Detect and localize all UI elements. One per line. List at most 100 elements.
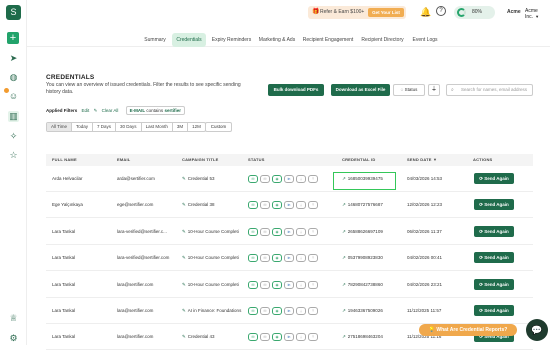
row-campaign-title[interactable]: ✎ AI in Finance: Foundations [182,298,244,324]
download-status-icon[interactable]: ⤓ [296,280,306,289]
range-all-time[interactable]: All Time [47,123,73,131]
row-credential-id[interactable]: ↗ 19463367509026 [342,298,383,324]
sent-status-icon[interactable]: ✉ [248,175,258,183]
tab-expiry-reminders[interactable]: Expiry Reminders [210,33,253,47]
credential-reports-cta[interactable]: 💡 What Are Credential Reports? [419,324,517,336]
integrations-icon[interactable]: ✧ [8,131,19,142]
linkedin-status-icon[interactable]: in [284,280,294,289]
send-again-button[interactable]: ⟳ Send Again [474,225,514,237]
opened-status-icon[interactable]: ✉ [260,227,270,236]
range-today[interactable]: Today [72,123,94,131]
row-credential-id[interactable]: ↗ 14680727576687 [342,192,383,218]
tab-event-logs[interactable]: Event Logs [411,33,439,47]
viewed-status-icon[interactable]: ◉ [272,175,282,183]
sent-status-icon[interactable]: ✉ [248,254,258,263]
download-excel-button[interactable]: Download as Excel File [331,84,390,96]
linkedin-status-icon[interactable]: in [284,307,294,315]
share-status-icon[interactable]: ⤒ [308,227,318,236]
share-status-icon[interactable]: ⤒ [308,280,318,289]
clear-all-link[interactable]: Clear All [102,108,119,113]
download-status-icon[interactable]: ⤓ [296,254,306,263]
row-campaign-title[interactable]: ✎ Credential 53 [182,166,244,192]
plus-icon[interactable]: + [7,32,19,44]
opened-status-icon[interactable]: ✉ [260,280,270,289]
share-status-icon[interactable]: ⤒ [308,307,318,315]
download-status-icon[interactable]: ⤓ [296,175,306,183]
bell-icon[interactable]: 🔔 [420,7,431,18]
range-30-days[interactable]: 30 Days [116,123,142,131]
trophy-icon[interactable]: ♕ [8,313,19,324]
row-credential-id[interactable]: ↗ 05379908923830 [342,245,383,271]
get-your-list-button[interactable]: Get Your List [368,8,404,17]
download-status-icon[interactable]: ⤓ [296,201,306,210]
share-status-icon[interactable]: ⤒ [308,333,318,342]
row-campaign-title[interactable]: ✎ 10-Hour Course Completi [182,245,244,271]
help-icon[interactable]: ? [436,6,446,16]
header-send-date[interactable]: SEND DATE ▼ [407,154,437,166]
tab-marketing-ads[interactable]: Marketing & Ads [257,33,297,47]
row-credential-id[interactable]: ↗ 26588626697109 [342,219,383,245]
row-campaign-title[interactable]: ✎ 10-Hour Course Completi [182,272,244,298]
opened-status-icon[interactable]: ✉ [260,201,270,210]
range-last-month[interactable]: Last Month [142,123,173,131]
row-credential-id[interactable]: ↗ 78290842738860 [342,272,383,298]
status-filter-button[interactable]: ◌ Status [393,84,425,96]
range-3m[interactable]: 3M [173,123,189,131]
send-again-button[interactable]: ⟳ Send Again [474,305,514,316]
row-campaign-title[interactable]: ✎ Credential 38 [182,192,244,218]
send-again-button[interactable]: ⟳ Send Again [474,252,514,264]
viewed-status-icon[interactable]: ◉ [272,227,282,236]
send-icon[interactable]: ➤ [8,53,19,64]
search-input[interactable]: ⌕ Search for names, email address [446,84,533,96]
sent-status-icon[interactable]: ✉ [248,333,258,342]
tab-recipient-directory[interactable]: Recipient Directory [359,33,406,47]
row-campaign-title[interactable]: ✎ 10-Hour Course Completi [182,219,244,245]
globe-icon[interactable]: ◍ [8,72,19,83]
viewed-status-icon[interactable]: ◉ [272,307,282,315]
range-12m[interactable]: 12M [188,123,205,131]
profile-progress[interactable]: 80% [454,6,495,19]
opened-status-icon[interactable]: ✉ [260,175,270,183]
download-status-icon[interactable]: ⤓ [296,333,306,342]
viewed-status-icon[interactable]: ◉ [272,333,282,342]
share-status-icon[interactable]: ⤒ [308,254,318,263]
chat-icon[interactable]: 💬 [526,319,548,341]
download-status-icon[interactable]: ⤓ [296,307,306,315]
download-status-icon[interactable]: ⤓ [296,227,306,236]
logo-icon[interactable]: S [6,5,21,20]
custom-range-button[interactable]: Custom [205,122,232,132]
tab-recipient-engagement[interactable]: Recipient Engagement [301,33,355,47]
range-7-days[interactable]: 7 Days [93,123,117,131]
edit-filters-link[interactable]: Edit [82,108,90,113]
bulk-download-button[interactable]: Bulk download PDFs [268,84,324,96]
sent-status-icon[interactable]: ✉ [248,307,258,315]
row-credential-id[interactable]: ↗ 27518698463204 [342,324,383,350]
send-again-button[interactable]: ⟳ Send Again [474,199,514,211]
analytics-icon[interactable]: ▥ [8,111,19,122]
sent-status-icon[interactable]: ✉ [248,201,258,210]
share-status-icon[interactable]: ⤒ [308,175,318,183]
opened-status-icon[interactable]: ✉ [260,333,270,342]
star-icon[interactable]: ☆ [8,150,19,161]
send-again-button[interactable]: ⟳ Send Again [474,278,514,290]
users-icon[interactable]: ☺ [8,91,19,102]
viewed-status-icon[interactable]: ◉ [272,254,282,263]
account-menu[interactable]: Acme Inc. ▼ [525,8,550,20]
sent-status-icon[interactable]: ✉ [248,280,258,289]
row-campaign-title[interactable]: ✎ Credential 43 [182,324,244,350]
linkedin-status-icon[interactable]: in [284,227,294,236]
tab-summary[interactable]: Summary [142,33,168,47]
linkedin-status-icon[interactable]: in [284,201,294,210]
linkedin-status-icon[interactable]: in [284,254,294,263]
edit-filters-icon[interactable]: ✎ [94,108,98,113]
linkedin-status-icon[interactable]: in [284,333,294,342]
tab-credentials[interactable]: Credentials [172,33,206,47]
send-again-button[interactable]: ⟳ Send Again [474,173,514,184]
filter-chip[interactable]: E-MAIL contains sertifier [125,106,185,115]
viewed-status-icon[interactable]: ◉ [272,201,282,210]
linkedin-status-icon[interactable]: in [284,175,294,183]
settings-icon[interactable]: ⚙ [8,333,19,344]
filter-icon[interactable]: ⏚ [428,84,440,96]
opened-status-icon[interactable]: ✉ [260,307,270,315]
opened-status-icon[interactable]: ✉ [260,254,270,263]
